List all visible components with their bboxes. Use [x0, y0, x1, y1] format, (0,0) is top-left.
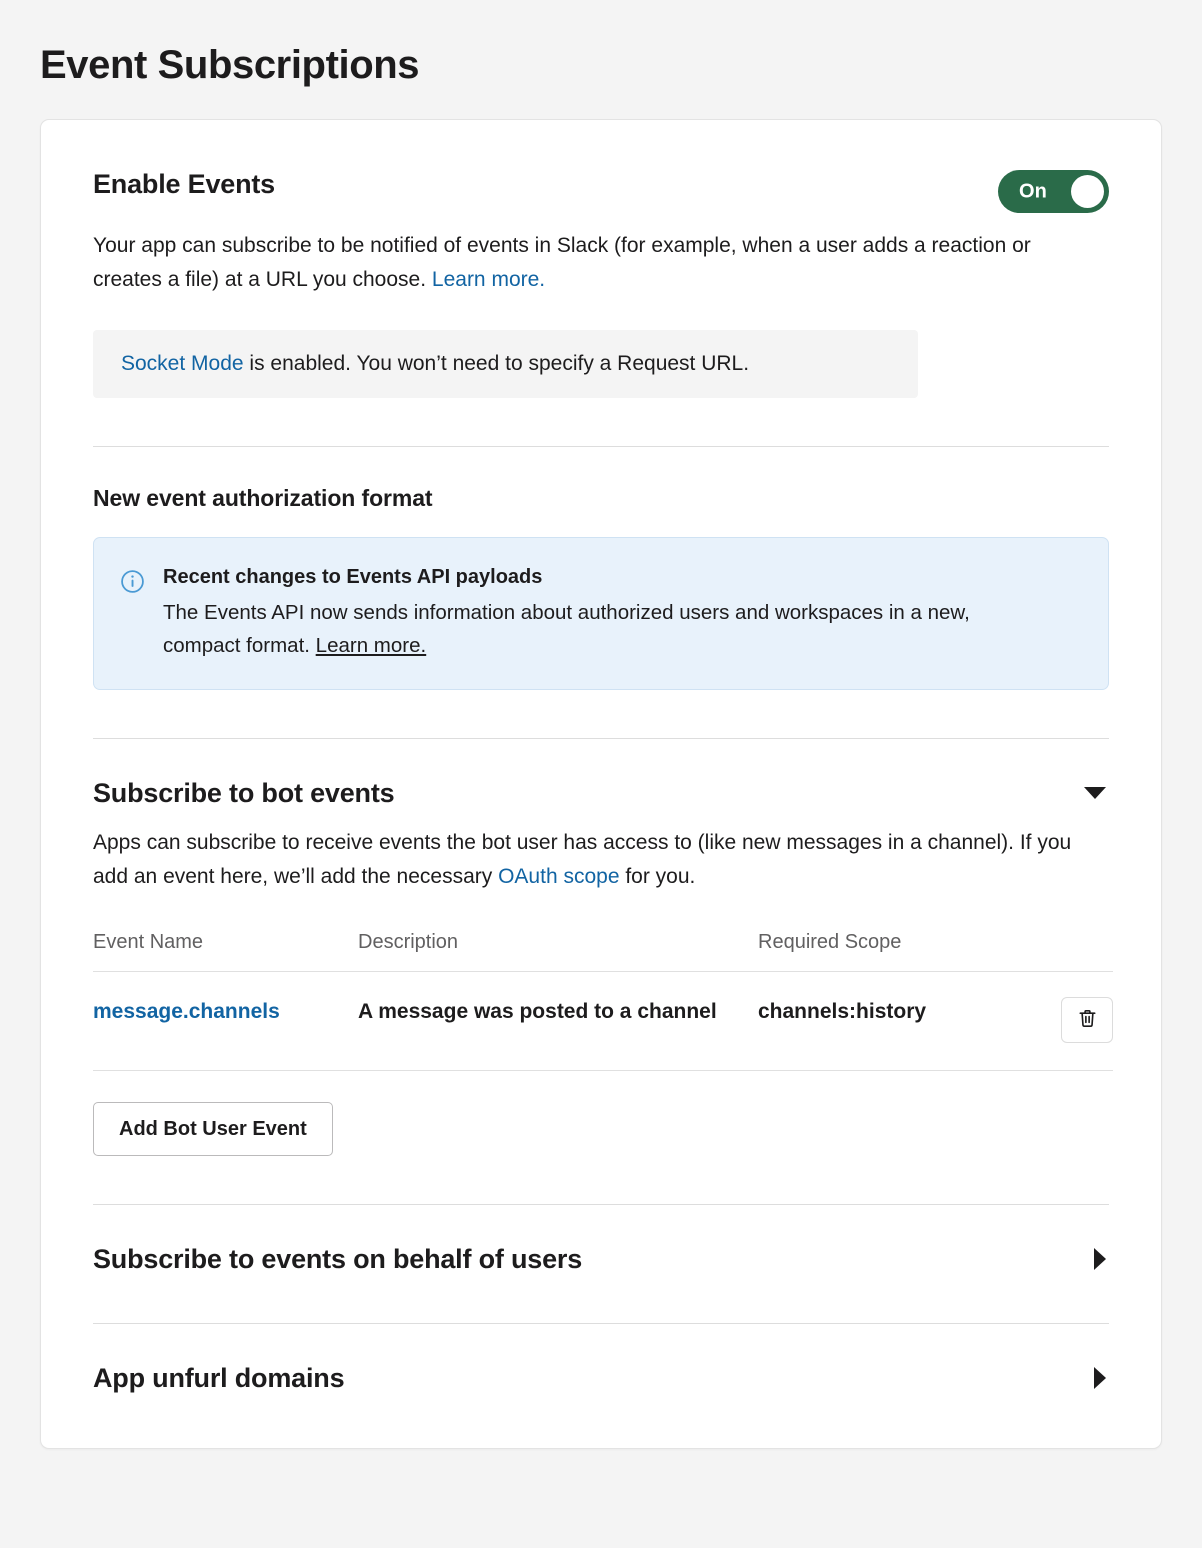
info-banner-title: Recent changes to Events API payloads [163, 564, 1043, 590]
socket-mode-note: Socket Mode is enabled. You won’t need t… [93, 330, 918, 398]
bot-events-description-text-2: for you. [620, 865, 696, 888]
enable-events-learn-more-link[interactable]: Learn more. [432, 268, 545, 291]
enable-events-heading: Enable Events [93, 168, 275, 200]
info-banner-body: The Events API now sends information abo… [163, 596, 1043, 664]
table-header: Event Name Description Required Scope [93, 931, 1113, 972]
page-title: Event Subscriptions [40, 0, 1162, 88]
column-header-actions [1018, 931, 1113, 972]
socket-mode-link[interactable]: Socket Mode [121, 352, 244, 375]
chevron-right-icon[interactable] [1094, 1248, 1106, 1270]
events-api-info-banner: Recent changes to Events API payloads Th… [93, 537, 1109, 691]
info-banner-learn-more-link[interactable]: Learn more. [316, 634, 427, 657]
column-header-description: Description [358, 931, 758, 972]
bot-events-heading: Subscribe to bot events [93, 777, 394, 809]
enable-events-description-text: Your app can subscribe to be notified of… [93, 234, 1031, 291]
unfurl-domains-heading: App unfurl domains [93, 1362, 344, 1394]
table-header-row: Event Name Description Required Scope [93, 931, 1113, 972]
chevron-down-icon[interactable] [1084, 787, 1106, 799]
user-events-section-header[interactable]: Subscribe to events on behalf of users [93, 1243, 1109, 1275]
table-row: message.channels A message was posted to… [93, 971, 1113, 1070]
toggle-knob [1071, 175, 1104, 208]
divider-4 [93, 1323, 1109, 1324]
toggle-state-label: On [1019, 180, 1047, 203]
info-circle-icon [120, 569, 145, 599]
chevron-right-icon[interactable] [1094, 1367, 1106, 1389]
divider-3 [93, 1204, 1109, 1205]
socket-mode-note-text: is enabled. You won’t need to specify a … [244, 352, 750, 375]
divider-2 [93, 738, 1109, 739]
cell-actions [1018, 971, 1113, 1070]
user-events-heading: Subscribe to events on behalf of users [93, 1243, 582, 1275]
event-subscriptions-page: Event Subscriptions Enable Events On You… [0, 0, 1202, 1548]
bot-events-table: Event Name Description Required Scope me… [93, 931, 1113, 1071]
enable-events-description: Your app can subscribe to be notified of… [93, 229, 1093, 297]
enable-events-header: Enable Events On [93, 168, 1109, 213]
event-subscriptions-card: Enable Events On Your app can subscribe … [40, 119, 1162, 1449]
oauth-scope-link[interactable]: OAuth scope [498, 865, 619, 888]
column-header-event-name: Event Name [93, 931, 358, 972]
trash-icon [1076, 1007, 1099, 1033]
enable-events-toggle[interactable]: On [998, 170, 1109, 213]
divider-1 [93, 446, 1109, 447]
unfurl-domains-section-header[interactable]: App unfurl domains [93, 1362, 1109, 1394]
bot-events-section-header[interactable]: Subscribe to bot events [93, 777, 1109, 809]
info-banner-body-text: The Events API now sends information abo… [163, 601, 970, 658]
add-bot-user-event-button[interactable]: Add Bot User Event [93, 1102, 333, 1156]
cell-event-name: message.channels [93, 971, 358, 1070]
table-body: message.channels A message was posted to… [93, 971, 1113, 1070]
column-header-required-scope: Required Scope [758, 931, 1018, 972]
delete-event-button[interactable] [1061, 997, 1113, 1043]
cell-description: A message was posted to a channel [358, 971, 758, 1070]
auth-format-heading: New event authorization format [93, 485, 1109, 512]
cell-required-scope: channels:history [758, 971, 1018, 1070]
event-name-link[interactable]: message.channels [93, 1000, 280, 1023]
info-banner-content: Recent changes to Events API payloads Th… [163, 564, 1043, 664]
bot-events-description: Apps can subscribe to receive events the… [93, 826, 1093, 894]
